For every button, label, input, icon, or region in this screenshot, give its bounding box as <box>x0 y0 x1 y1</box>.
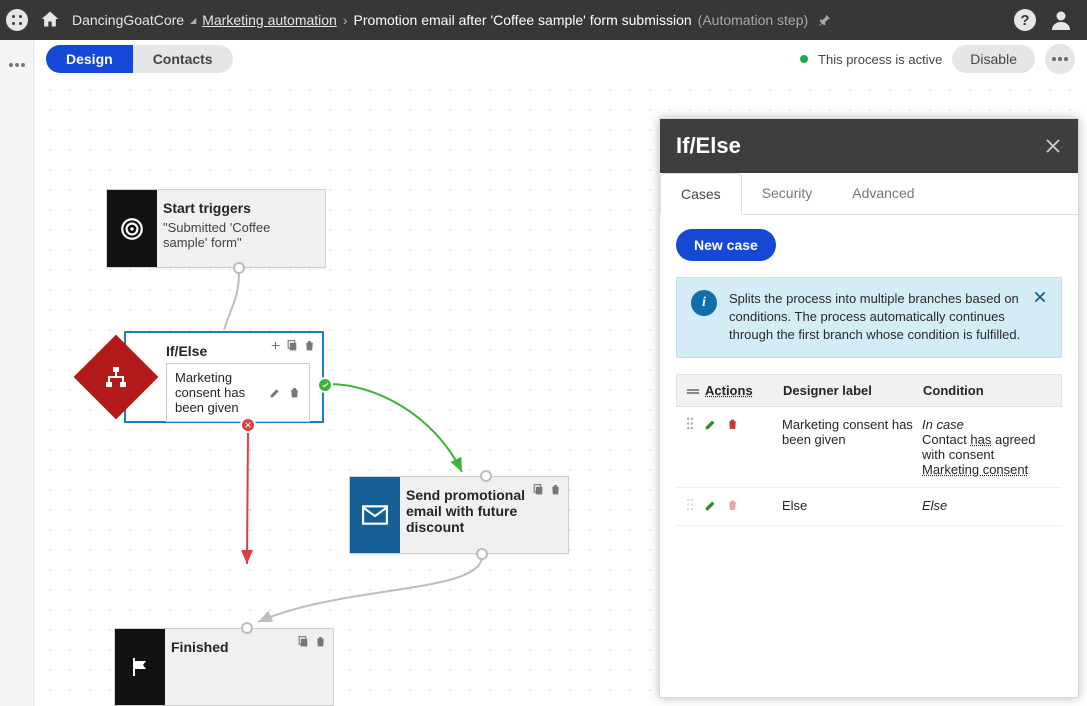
tab-contacts[interactable]: Contacts <box>133 45 233 73</box>
row-condition: Else <box>922 498 1052 513</box>
step-properties-panel: If/Else Cases Security Advanced New case… <box>659 118 1079 698</box>
more-button[interactable] <box>1045 44 1075 74</box>
node-start-triggers[interactable]: Start triggers "Submitted 'Coffee sample… <box>106 189 326 268</box>
toolbar: Design Contacts This process is active D… <box>34 40 1087 74</box>
row-label: Else <box>782 498 922 513</box>
copy-icon[interactable] <box>297 635 310 648</box>
node-send-email[interactable]: Send promotional email with future disco… <box>349 476 569 554</box>
drag-handle-icon[interactable] <box>686 498 704 514</box>
edit-icon[interactable] <box>704 498 718 515</box>
port-icon[interactable] <box>476 548 488 560</box>
status-dot-icon <box>800 55 808 63</box>
edit-icon[interactable] <box>704 417 718 434</box>
tab-advanced[interactable]: Advanced <box>832 173 934 214</box>
breadcrumb-section[interactable]: Marketing automation <box>202 12 337 28</box>
copy-icon[interactable] <box>286 339 299 352</box>
port-icon[interactable] <box>480 470 492 482</box>
port-icon[interactable] <box>241 622 253 634</box>
table-row: Marketing consent has been given In case… <box>676 407 1062 488</box>
tab-design[interactable]: Design <box>46 45 133 73</box>
breadcrumb: DancingGoatCore ◢ Marketing automation ›… <box>72 12 832 28</box>
view-tabs: Design Contacts <box>46 45 233 73</box>
condition-text: Marketing consent has been given <box>175 370 263 415</box>
table-header: Actions Designer label Condition <box>676 374 1062 407</box>
port-true-icon[interactable] <box>317 377 333 393</box>
rail-more-icon[interactable] <box>9 54 25 706</box>
cases-table: Actions Designer label Condition Marketi… <box>676 374 1062 526</box>
mail-icon <box>350 477 400 553</box>
node-subtitle: "Submitted 'Coffee sample' form" <box>163 220 313 250</box>
new-case-button[interactable]: New case <box>676 229 776 261</box>
edit-icon[interactable] <box>269 386 282 399</box>
dismiss-icon[interactable] <box>1033 290 1047 304</box>
delete-icon[interactable] <box>288 386 301 399</box>
port-false-icon[interactable] <box>240 417 256 433</box>
svg-text:?: ? <box>1020 12 1029 29</box>
info-text: Splits the process into multiple branche… <box>729 290 1021 345</box>
breadcrumb-title: Promotion email after 'Coffee sample' fo… <box>354 12 692 28</box>
node-if-else[interactable]: If/Else Marketing consent has been given <box>124 331 324 423</box>
drag-handle-icon[interactable] <box>686 417 704 433</box>
panel-title: If/Else <box>676 133 1044 159</box>
delete-icon[interactable] <box>726 498 739 515</box>
topbar: DancingGoatCore ◢ Marketing automation ›… <box>0 0 1087 40</box>
table-row: Else Else <box>676 488 1062 526</box>
delete-icon[interactable] <box>549 483 562 496</box>
row-label: Marketing consent has been given <box>782 417 922 447</box>
info-icon: i <box>691 290 717 316</box>
info-banner: i Splits the process into multiple branc… <box>676 277 1062 358</box>
header-label: Designer label <box>783 383 923 398</box>
target-icon <box>107 190 157 267</box>
delete-icon[interactable] <box>314 635 327 648</box>
copy-icon[interactable] <box>532 483 545 496</box>
app-logo-icon[interactable] <box>6 9 28 31</box>
help-icon[interactable]: ? <box>1013 8 1037 32</box>
home-icon[interactable] <box>40 9 60 32</box>
port-icon[interactable] <box>233 262 245 274</box>
panel-header: If/Else <box>660 119 1078 173</box>
panel-tabs: Cases Security Advanced <box>660 173 1078 215</box>
header-actions[interactable]: Actions <box>705 383 783 398</box>
breadcrumb-step-type: (Automation step) <box>698 12 809 28</box>
pin-icon[interactable] <box>818 13 832 27</box>
close-icon[interactable] <box>1044 137 1062 155</box>
node-finished[interactable]: Finished <box>114 628 334 706</box>
status-text: This process is active <box>818 52 942 67</box>
user-icon[interactable] <box>1049 8 1073 32</box>
left-rail <box>0 40 34 706</box>
tab-security[interactable]: Security <box>742 173 833 214</box>
node-title: Start triggers <box>163 200 313 216</box>
site-name[interactable]: DancingGoatCore <box>72 12 184 28</box>
drag-header-icon <box>687 383 705 398</box>
delete-icon[interactable] <box>726 417 739 434</box>
add-icon[interactable] <box>269 339 282 352</box>
flag-icon <box>115 629 165 705</box>
disable-button[interactable]: Disable <box>952 45 1035 73</box>
header-condition: Condition <box>923 383 1051 398</box>
delete-icon[interactable] <box>303 339 316 352</box>
condition-chip[interactable]: Marketing consent has been given <box>166 363 310 422</box>
row-condition: In case Contact has agreed with consent … <box>922 417 1052 477</box>
tab-cases[interactable]: Cases <box>660 173 742 215</box>
site-caret-icon[interactable]: ◢ <box>190 16 196 25</box>
